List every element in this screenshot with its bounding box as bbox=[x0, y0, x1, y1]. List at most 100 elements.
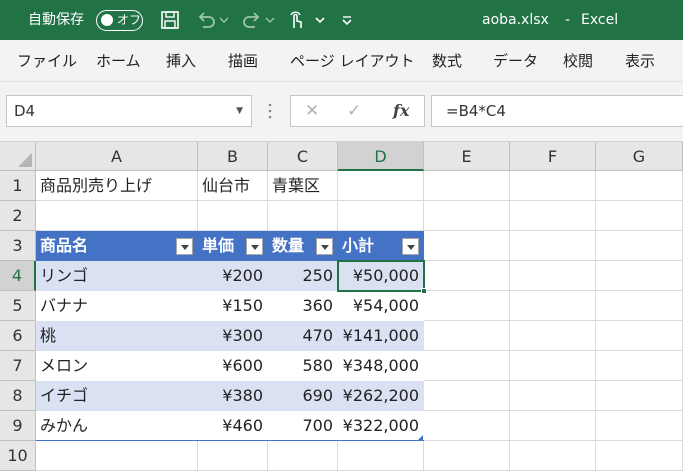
cell-c10[interactable] bbox=[268, 441, 338, 471]
row-header-8[interactable]: 8 bbox=[0, 381, 36, 411]
cell-b2[interactable] bbox=[198, 201, 268, 231]
cell-c5[interactable]: 360 bbox=[268, 291, 338, 321]
cell-e9[interactable] bbox=[424, 411, 510, 441]
cell-g6[interactable] bbox=[596, 321, 683, 351]
cell-g10[interactable] bbox=[596, 441, 683, 471]
filter-dropdown-icon[interactable] bbox=[316, 238, 333, 255]
touch-mode-icon[interactable] bbox=[284, 8, 308, 32]
cell-d6[interactable]: ¥141,000 bbox=[338, 321, 424, 351]
cell-d1[interactable] bbox=[338, 171, 424, 201]
cell-g1[interactable] bbox=[596, 171, 683, 201]
cell-d9[interactable]: ¥322,000 bbox=[338, 411, 424, 441]
row-header-5[interactable]: 5 bbox=[0, 291, 36, 321]
cell-d8[interactable]: ¥262,200 bbox=[338, 381, 424, 411]
table-header-unit-price[interactable]: 単価 bbox=[198, 231, 268, 261]
undo-icon[interactable] bbox=[194, 8, 218, 32]
row-header-4[interactable]: 4 bbox=[0, 261, 36, 291]
tab-draw[interactable]: 描画 bbox=[228, 40, 258, 82]
cell-f2[interactable] bbox=[510, 201, 596, 231]
cell-a7[interactable]: メロン bbox=[36, 351, 198, 381]
cell-f7[interactable] bbox=[510, 351, 596, 381]
row-header-10[interactable]: 10 bbox=[0, 441, 36, 471]
cell-c2[interactable] bbox=[268, 201, 338, 231]
cell-a9[interactable]: みかん bbox=[36, 411, 198, 441]
cell-b6[interactable]: ¥300 bbox=[198, 321, 268, 351]
column-header-e[interactable]: E bbox=[424, 142, 510, 171]
customize-toolbar-icon[interactable] bbox=[339, 8, 355, 32]
cell-e4[interactable] bbox=[424, 261, 510, 291]
tab-review[interactable]: 校閲 bbox=[563, 40, 593, 82]
cell-a1[interactable]: 商品別売り上げ bbox=[36, 171, 198, 201]
cell-g3[interactable] bbox=[596, 231, 683, 261]
column-header-g[interactable]: G bbox=[596, 142, 683, 171]
filter-dropdown-icon[interactable] bbox=[246, 238, 263, 255]
cell-g7[interactable] bbox=[596, 351, 683, 381]
cell-f5[interactable] bbox=[510, 291, 596, 321]
cell-e3[interactable] bbox=[424, 231, 510, 261]
undo-dropdown-icon[interactable] bbox=[218, 8, 230, 32]
fill-handle[interactable] bbox=[421, 288, 427, 294]
cell-g9[interactable] bbox=[596, 411, 683, 441]
cell-d2[interactable] bbox=[338, 201, 424, 231]
cell-f4[interactable] bbox=[510, 261, 596, 291]
formula-bar-grip-icon[interactable] bbox=[268, 102, 272, 120]
column-header-b[interactable]: B bbox=[198, 142, 268, 171]
tab-file[interactable]: ファイル bbox=[17, 40, 77, 82]
column-header-d[interactable]: D bbox=[338, 142, 424, 171]
cell-d10[interactable] bbox=[338, 441, 424, 471]
cell-b9[interactable]: ¥460 bbox=[198, 411, 268, 441]
autosave-toggle[interactable]: オフ bbox=[96, 10, 143, 31]
cell-e1[interactable] bbox=[424, 171, 510, 201]
cell-g5[interactable] bbox=[596, 291, 683, 321]
cell-b1[interactable]: 仙台市 bbox=[198, 171, 268, 201]
cell-b5[interactable]: ¥150 bbox=[198, 291, 268, 321]
cell-c9[interactable]: 700 bbox=[268, 411, 338, 441]
cell-d5[interactable]: ¥54,000 bbox=[338, 291, 424, 321]
table-header-item[interactable]: 商品名 bbox=[36, 231, 198, 261]
name-box[interactable]: D4 ▼ bbox=[6, 95, 252, 127]
cell-a8[interactable]: イチゴ bbox=[36, 381, 198, 411]
enter-icon[interactable]: ✓ bbox=[347, 96, 361, 126]
touch-dropdown-icon[interactable] bbox=[313, 8, 327, 32]
cell-b7[interactable]: ¥600 bbox=[198, 351, 268, 381]
insert-function-icon[interactable]: fx bbox=[393, 96, 409, 126]
select-all-button[interactable] bbox=[0, 142, 36, 171]
cell-e8[interactable] bbox=[424, 381, 510, 411]
table-resize-handle[interactable] bbox=[418, 435, 423, 440]
cell-c6[interactable]: 470 bbox=[268, 321, 338, 351]
cell-f10[interactable] bbox=[510, 441, 596, 471]
cell-d7[interactable]: ¥348,000 bbox=[338, 351, 424, 381]
cell-a5[interactable]: バナナ bbox=[36, 291, 198, 321]
row-header-6[interactable]: 6 bbox=[0, 321, 36, 351]
save-icon[interactable] bbox=[158, 8, 182, 32]
row-header-7[interactable]: 7 bbox=[0, 351, 36, 381]
cell-b8[interactable]: ¥380 bbox=[198, 381, 268, 411]
cancel-icon[interactable]: ✕ bbox=[305, 96, 319, 126]
row-header-3[interactable]: 3 bbox=[0, 231, 36, 261]
redo-dropdown-icon[interactable] bbox=[264, 8, 276, 32]
cell-a4[interactable]: リンゴ bbox=[36, 261, 198, 291]
cell-e7[interactable] bbox=[424, 351, 510, 381]
tab-data[interactable]: データ bbox=[493, 40, 538, 82]
cell-e2[interactable] bbox=[424, 201, 510, 231]
filter-dropdown-icon[interactable] bbox=[176, 238, 193, 255]
cell-e5[interactable] bbox=[424, 291, 510, 321]
redo-icon[interactable] bbox=[240, 8, 264, 32]
cell-f9[interactable] bbox=[510, 411, 596, 441]
cell-a6[interactable]: 桃 bbox=[36, 321, 198, 351]
cell-a2[interactable] bbox=[36, 201, 198, 231]
cell-a10[interactable] bbox=[36, 441, 198, 471]
cell-d4[interactable]: ¥50,000 bbox=[338, 261, 424, 291]
row-header-1[interactable]: 1 bbox=[0, 171, 36, 201]
tab-insert[interactable]: 挿入 bbox=[166, 40, 196, 82]
cell-f1[interactable] bbox=[510, 171, 596, 201]
name-box-dropdown-icon[interactable]: ▼ bbox=[236, 96, 243, 126]
cell-f3[interactable] bbox=[510, 231, 596, 261]
cell-g4[interactable] bbox=[596, 261, 683, 291]
cell-c1[interactable]: 青葉区 bbox=[268, 171, 338, 201]
column-header-c[interactable]: C bbox=[268, 142, 338, 171]
cell-e6[interactable] bbox=[424, 321, 510, 351]
table-header-subtotal[interactable]: 小計 bbox=[338, 231, 424, 261]
tab-formulas[interactable]: 数式 bbox=[432, 40, 462, 82]
tab-page-layout[interactable]: ページ レイアウト bbox=[290, 40, 414, 82]
